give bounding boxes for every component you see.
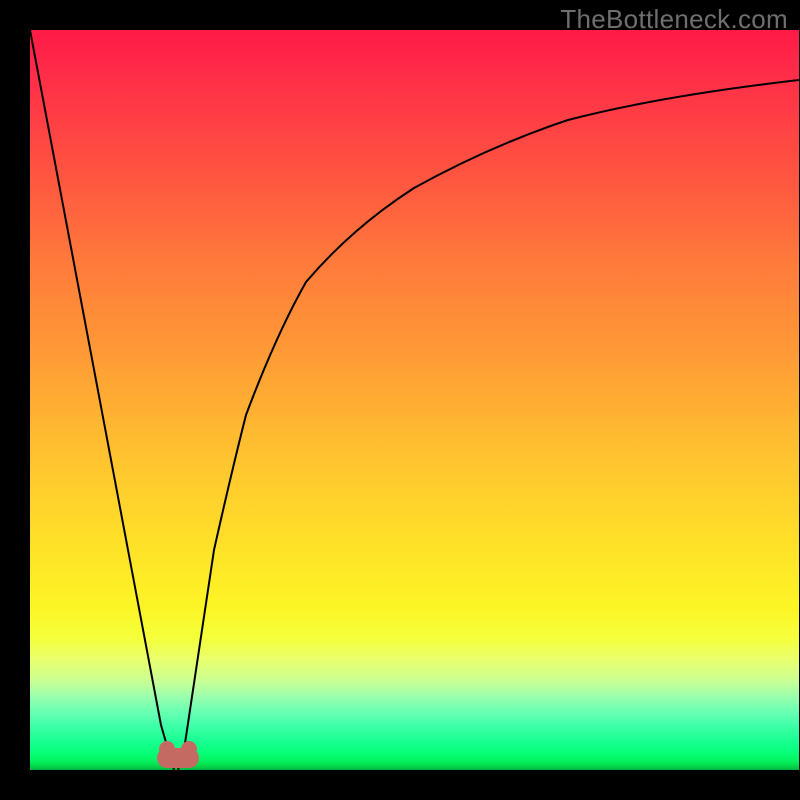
watermark-text: TheBottleneck.com: [560, 4, 788, 35]
marker-ear-left-icon: [159, 741, 175, 757]
right-curve-path: [178, 80, 799, 770]
marker-ear-right-icon: [181, 741, 197, 757]
plot-area: [30, 30, 799, 770]
optimal-marker: [157, 748, 199, 768]
chart-lines: [30, 30, 799, 770]
left-slope-path: [30, 30, 174, 770]
